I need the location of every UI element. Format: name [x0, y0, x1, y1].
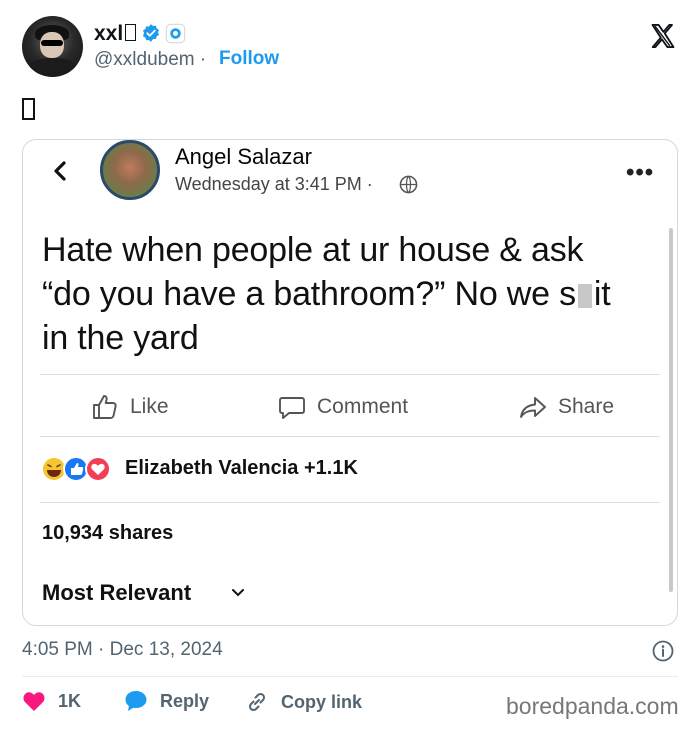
share-label: Share	[558, 395, 615, 418]
post-text: Hate when people at ur house & ask “do y…	[42, 228, 642, 360]
post-line-2-end: it	[593, 275, 611, 313]
verified-badge-icon	[143, 24, 159, 42]
missing-glyph-icon	[125, 24, 136, 41]
author-name[interactable]: xxl	[94, 22, 123, 46]
affiliate-badge-icon	[165, 23, 186, 44]
share-arrow-icon	[520, 397, 546, 418]
scrollbar	[669, 228, 673, 592]
divider	[40, 436, 660, 437]
follow-button[interactable]: Follow	[219, 48, 279, 70]
haha-reaction-icon	[41, 456, 67, 482]
divider	[40, 374, 660, 375]
reactions-summary: Elizabeth Valencia +1.1K	[125, 457, 358, 479]
share-action: Share	[518, 392, 614, 422]
post-line-1: Hate when people at ur house & ask	[42, 231, 584, 269]
x-logo-icon[interactable]	[648, 22, 678, 50]
heart-icon	[23, 692, 45, 711]
comment-label: Comment	[317, 395, 409, 418]
shares-count: 10,934 shares	[42, 522, 174, 544]
author-handle[interactable]: @xxldubem ·	[94, 49, 206, 71]
watermark: boredpanda.com	[506, 693, 679, 719]
reaction-icons	[41, 456, 111, 482]
handle-separator: ·	[199, 49, 207, 70]
reply-label: Reply	[160, 690, 210, 711]
like-action: Like	[90, 392, 169, 422]
comment-sort-label: Most Relevant	[42, 580, 192, 605]
divider	[40, 502, 660, 503]
more-options-icon: •••	[626, 159, 655, 186]
reply-bubble-icon	[125, 691, 147, 711]
missing-glyph-icon	[22, 98, 35, 120]
back-arrow-icon	[54, 161, 66, 181]
chevron-down-icon	[232, 589, 244, 597]
reply-button[interactable]: Reply	[124, 690, 209, 712]
love-reaction-icon	[85, 456, 111, 482]
globe-icon	[399, 175, 418, 194]
post-line-3: in the yard	[42, 319, 199, 357]
thumbs-up-icon	[93, 395, 117, 419]
footer-divider	[22, 676, 678, 677]
post-line-2: “do you have a bathroom?” No we s it	[42, 272, 642, 316]
info-icon[interactable]	[652, 640, 674, 662]
post-author-name: Angel Salazar	[175, 144, 312, 169]
like-label: Like	[130, 395, 169, 418]
copy-link-label: Copy link	[281, 691, 363, 712]
embedded-image[interactable]	[22, 139, 678, 626]
handle-text: @xxldubem	[94, 49, 195, 70]
copy-link-button[interactable]: Copy link	[245, 690, 362, 714]
tweet-timestamp[interactable]: 4:05 PM · Dec 13, 2024	[22, 639, 223, 661]
like-button[interactable]: 1K	[22, 690, 81, 712]
comment-icon	[279, 397, 305, 419]
censor-blur	[577, 284, 592, 308]
author-avatar[interactable]	[22, 16, 83, 77]
post-time: Wednesday at 3:41 PM ·	[175, 174, 373, 194]
post-author-avatar	[100, 140, 160, 200]
likes-count: 1K	[58, 690, 82, 711]
post-line-2-start: “do you have a bathroom?” No we s	[42, 275, 576, 313]
link-icon	[248, 692, 266, 712]
like-reaction-icon	[63, 456, 89, 482]
comment-action: Comment	[277, 392, 408, 422]
